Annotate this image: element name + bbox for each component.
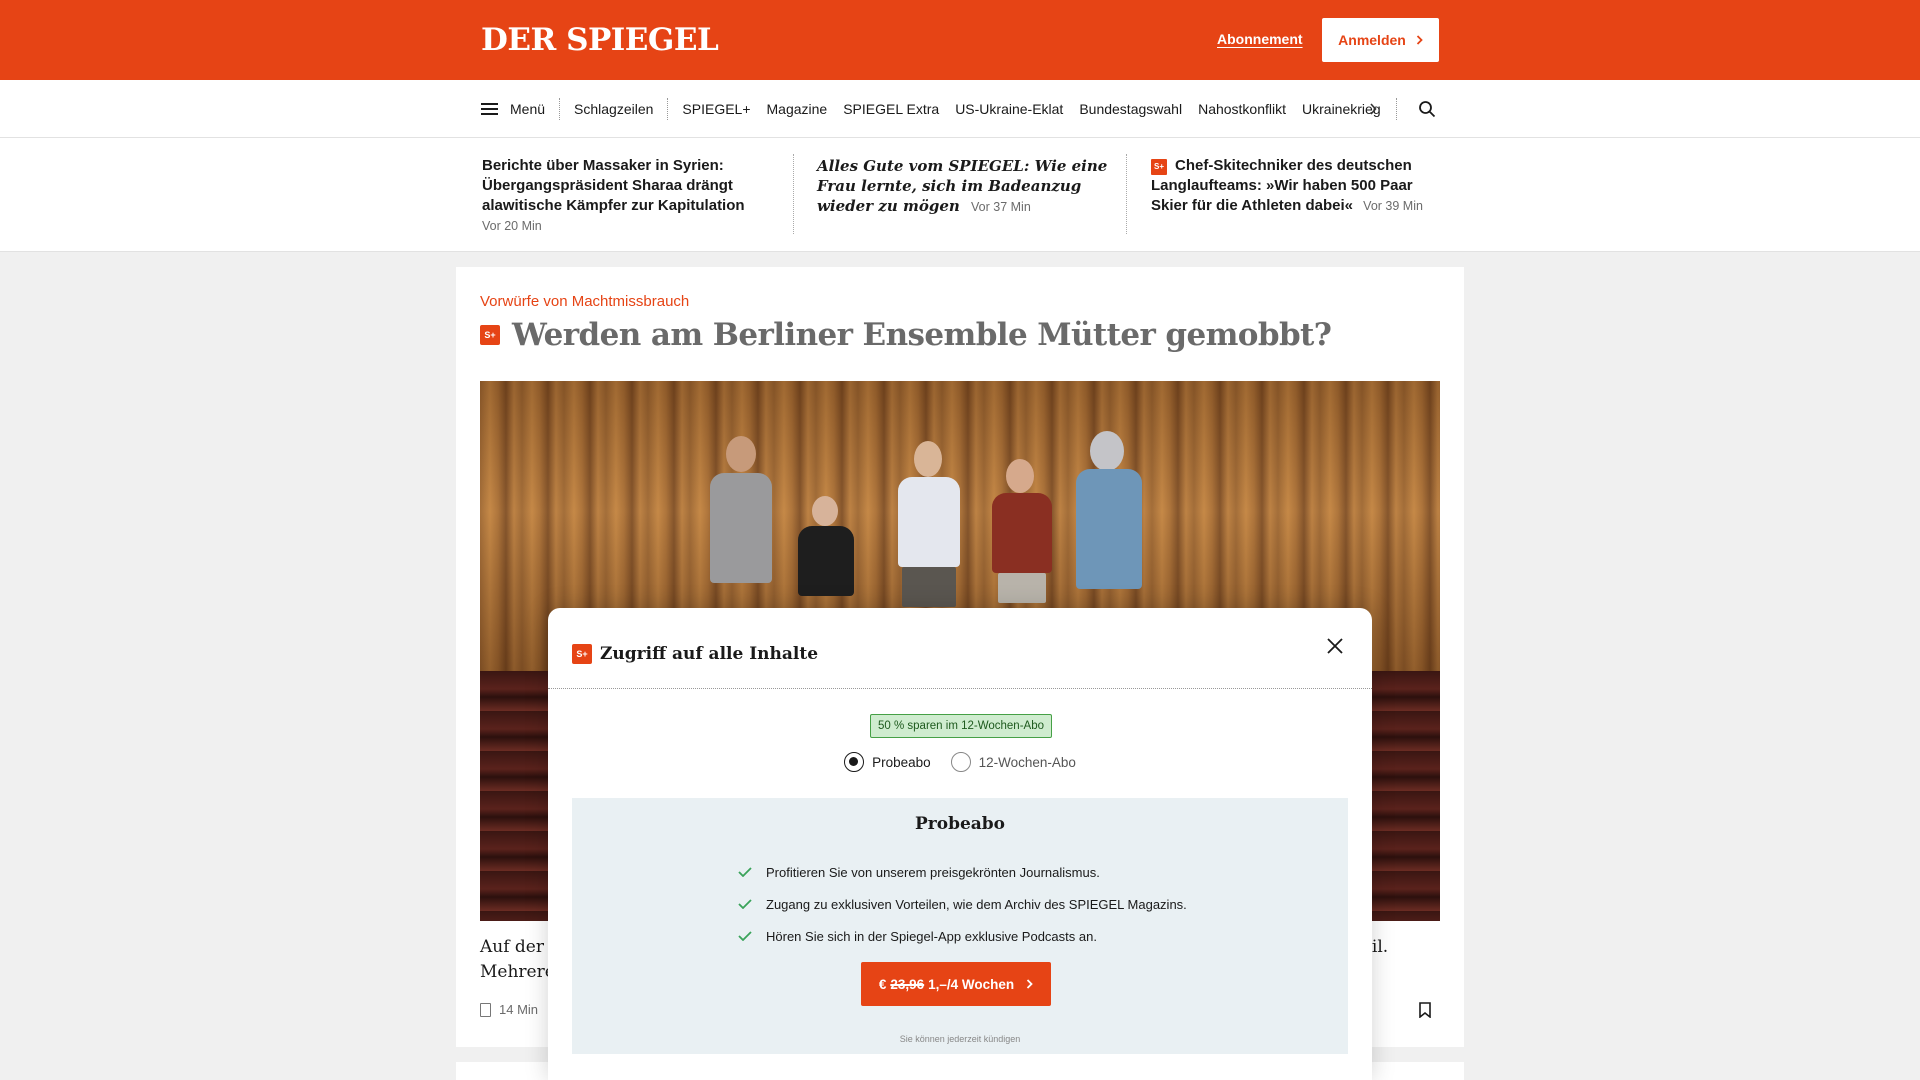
article-kicker: Vorwürfe von Machtmissbrauch [480,293,690,310]
benefit-item: Hören Sie sich in der Spiegel-App exklus… [738,920,1187,952]
teaser-item[interactable]: Alles Gute vom SPIEGEL: Wie eine Frau le… [817,156,1117,217]
login-button[interactable]: Anmelden [1322,18,1439,62]
nav-item-magazine[interactable]: Magazine [767,101,828,117]
headline-text: Werden am Berliner Ensemble Mütter gemob… [512,317,1332,353]
nav-item-spiegel-plus[interactable]: SPIEGEL+ [682,101,750,117]
nav-separator [559,98,561,120]
radio-button-selected[interactable] [844,752,865,772]
lead-line: Mehrere [480,962,555,982]
teaser-time: Vor 37 Min [971,200,1031,214]
paywall-modal: S+ Zugriff auf alle Inhalte 50 % sparen … [548,608,1372,1080]
benefit-text: Profitieren Sie von unserem preisgekrönt… [766,864,1100,880]
chevron-right-icon[interactable] [1369,103,1377,115]
nav-bar: Menü Schlagzeilen SPIEGEL+ Magazine SPIE… [0,80,1920,138]
nav-separator [1396,98,1397,120]
menu-label[interactable]: Menü [510,101,545,117]
menu-icon[interactable] [481,103,498,115]
lead-line: Auf der I [480,937,557,957]
spiegel-plus-badge: S+ [1151,159,1167,175]
article-lead: Auf der I Mehrere [480,935,556,985]
check-icon [738,867,752,877]
plan-title: Probeabo [914,814,1006,834]
spiegel-plus-badge: S+ [480,325,500,345]
radio-label: Probeabo [872,754,931,770]
nav-items: Menü Schlagzeilen SPIEGEL+ Magazine SPIE… [481,80,1397,138]
nav-item-spiegel-extra[interactable]: SPIEGEL Extra [843,101,939,117]
teaser-item[interactable]: S+ Chef-Skitechniker des deutschen Langla… [1151,156,1451,216]
read-time-label: 14 Min [499,1002,539,1017]
teaser-title[interactable]: Alles Gute vom SPIEGEL: Wie eine Frau le… [817,157,1107,215]
read-time: 14 Min [480,1002,538,1017]
cancel-note: Sie können jederzeit kündigen [899,1034,1021,1044]
radio-probeabo[interactable]: Probeabo [844,752,931,772]
nav-item-us-ukraine-eklat[interactable]: US-Ukraine-Eklat [955,101,1063,117]
benefit-list: Profitieren Sie von unserem preisgekrönt… [738,856,1187,952]
document-icon [480,1002,491,1017]
nav-item-schlagzeilen[interactable]: Schlagzeilen [574,101,653,117]
radio-button[interactable] [950,752,971,772]
modal-title: Zugriff auf alle Inhalte [600,644,819,664]
subscribe-button[interactable]: € 23,96 1,–/4 Wochen [861,962,1051,1006]
teaser-time: Vor 39 Min [1363,199,1423,213]
radio-label: 12-Wochen-Abo [978,754,1076,770]
modal-header: S+ Zugriff auf alle Inhalte [572,644,818,664]
teaser-title[interactable]: Berichte über Massaker in Syrien: Überga… [482,157,745,214]
chevron-right-icon [1416,35,1423,45]
benefit-item: Profitieren Sie von unserem preisgekrönt… [738,856,1187,888]
cta-price: 1,–/4 Wochen [928,976,1015,992]
check-icon [738,931,752,941]
plan-details: Probeabo Profitieren Sie von unserem pre… [572,798,1348,1054]
benefit-text: Hören Sie sich in der Spiegel-App exklus… [766,928,1097,944]
spiegel-logo[interactable]: DER SPIEGEL [481,22,719,58]
top-bar: DER SPIEGEL Abonnement Anmelden [0,0,1920,80]
spiegel-plus-badge: S+ [572,644,592,664]
plan-selector: Probeabo 12-Wochen-Abo [548,752,1372,772]
modal-divider [548,688,1372,689]
bookmark-icon[interactable] [1419,1002,1431,1018]
abonnement-link[interactable]: Abonnement [1217,31,1303,47]
teaser-separator [1126,154,1127,234]
teaser-time: Vor 20 Min [482,219,542,233]
chevron-right-icon [1027,979,1033,989]
teaser-separator [793,154,794,234]
nav-item-nahostkonflikt[interactable]: Nahostkonflikt [1198,101,1286,117]
savings-badge: 50 % sparen im 12-Wochen-Abo [870,714,1052,738]
nav-item-bundestagswahl[interactable]: Bundestagswahl [1079,101,1182,117]
headline-teasers: Berichte über Massaker in Syrien: Überga… [0,138,1920,252]
check-icon [738,899,752,909]
radio-12-wochen-abo[interactable]: 12-Wochen-Abo [950,752,1076,772]
article-headline[interactable]: S+ Werden am Berliner Ensemble Mütter ge… [480,317,1332,353]
close-icon[interactable] [1325,636,1345,656]
cta-old-price: 23,96 [890,976,925,992]
benefit-item: Zugang zu exklusiven Vorteilen, wie dem … [738,888,1187,920]
search-icon[interactable] [1418,100,1436,118]
benefit-text: Zugang zu exklusiven Vorteilen, wie dem … [766,896,1187,912]
cta-currency: € [878,976,887,992]
nav-separator [667,98,669,120]
teaser-item[interactable]: Berichte über Massaker in Syrien: Überga… [482,156,782,236]
login-label: Anmelden [1338,32,1406,48]
